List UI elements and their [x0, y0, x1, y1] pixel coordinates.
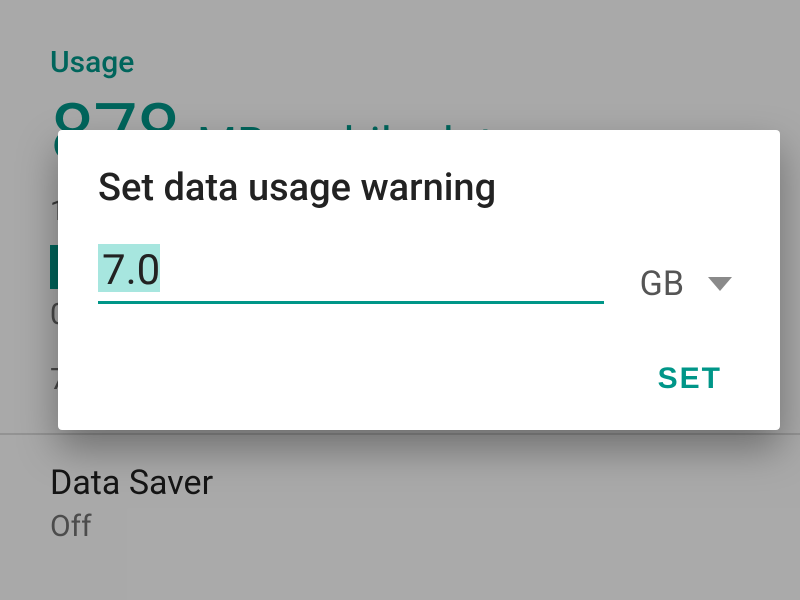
data-warning-dialog: Set data usage warning 7.0 GB SET: [58, 130, 780, 430]
dialog-title: Set data usage warning: [98, 166, 740, 210]
warning-value-text[interactable]: 7.0: [98, 244, 604, 304]
unit-dropdown[interactable]: GB: [640, 264, 740, 304]
chevron-down-icon: [708, 277, 732, 291]
unit-selected-label: GB: [640, 264, 684, 304]
set-button[interactable]: SET: [640, 352, 740, 406]
warning-value-input[interactable]: 7.0: [98, 244, 604, 304]
